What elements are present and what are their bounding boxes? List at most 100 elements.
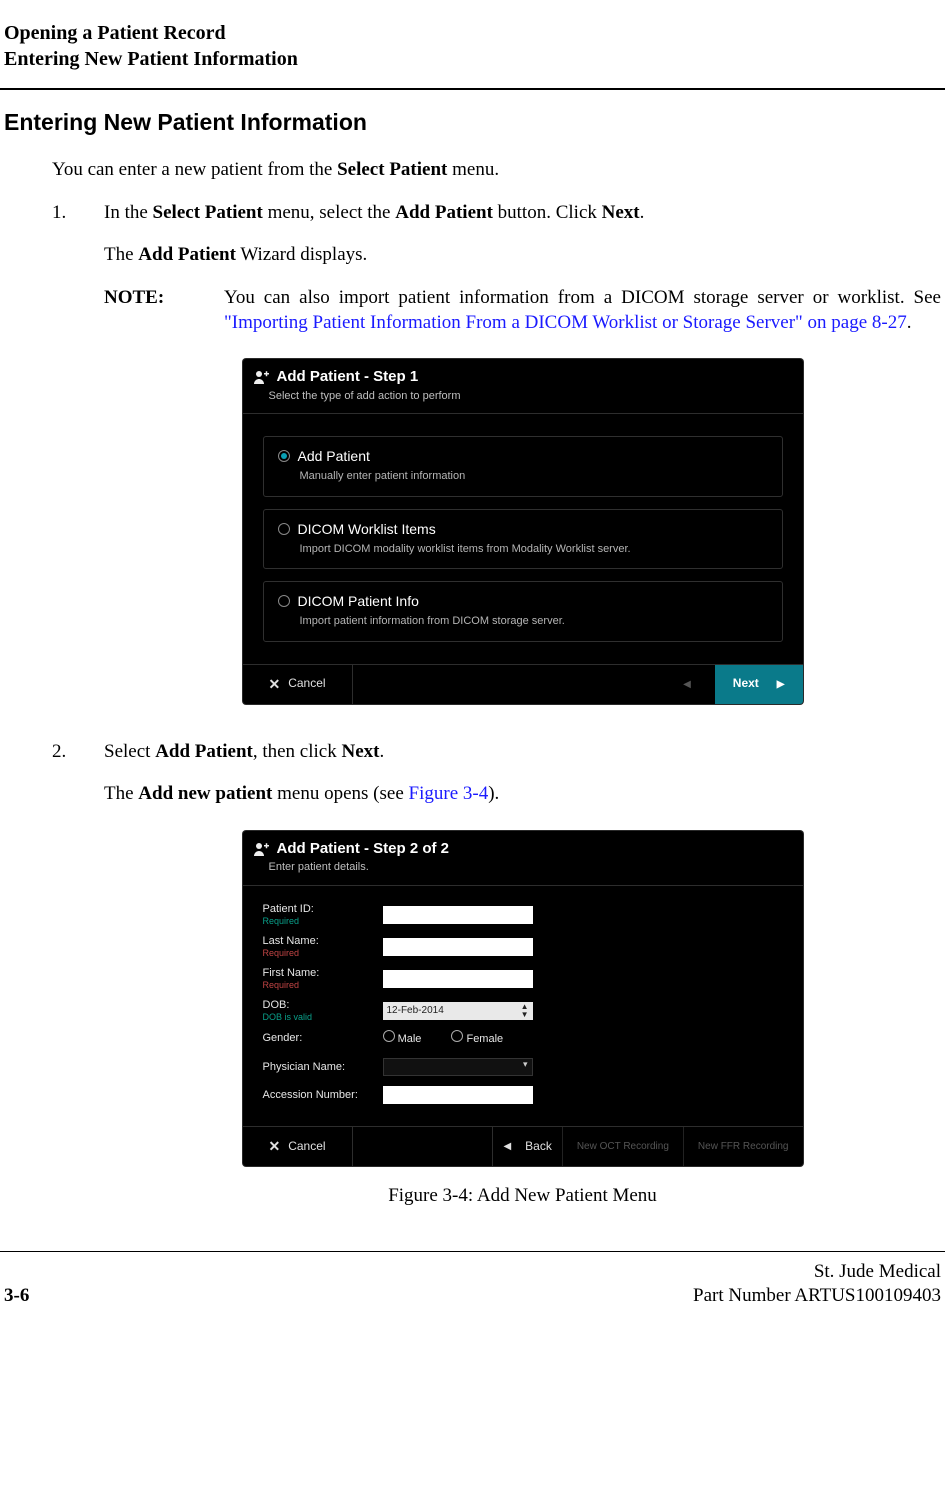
dialog2-title: Add Patient - Step 2 of 2 — [277, 839, 450, 859]
step-2-p1-b: Add Patient — [155, 741, 253, 762]
option-add-patient[interactable]: Add Patient Manually enter patient infor… — [263, 436, 783, 496]
gender-male-option[interactable]: Male — [383, 1030, 422, 1046]
radio-female[interactable] — [451, 1030, 463, 1042]
option-dicom-worklist[interactable]: DICOM Worklist Items Import DICOM modali… — [263, 509, 783, 569]
patient-id-required-hint: Required — [263, 916, 383, 928]
date-stepper-icon[interactable]: ▲▼ — [521, 1003, 529, 1019]
figure-dialog-step2: Add Patient - Step 2 of 2 Enter patient … — [104, 831, 941, 1166]
radio-male[interactable] — [383, 1030, 395, 1042]
radio-dicom-patient[interactable] — [278, 595, 290, 607]
dialog1-subtitle: Select the type of add action to perform — [243, 389, 803, 414]
intro-paragraph: You can enter a new patient from the Sel… — [52, 158, 941, 183]
step-1-p1-c: menu, select the — [263, 202, 395, 223]
intro-tail: menu. — [447, 159, 499, 180]
step-2-p1-d: Next — [341, 741, 379, 762]
patient-id-label-text: Patient ID: — [263, 902, 383, 916]
step-1-p1-f: Next — [602, 202, 640, 223]
radio-dicom-worklist[interactable] — [278, 523, 290, 535]
physician-label-text: Physician Name: — [263, 1060, 383, 1074]
last-name-required-hint: Required — [263, 948, 383, 960]
male-label: Male — [398, 1033, 422, 1045]
grey2-label: New FFR Recording — [698, 1140, 789, 1153]
section-title: Entering New Patient Information — [4, 108, 945, 138]
first-name-required-hint: Required — [263, 980, 383, 992]
note-label: NOTE: — [104, 286, 224, 335]
female-label: Female — [466, 1033, 503, 1045]
figure-ref-link[interactable]: Figure 3-4 — [409, 783, 489, 804]
step-2-p1-e: . — [379, 741, 384, 762]
step-1: 1. In the Select Patient menu, select th… — [52, 201, 941, 722]
dialog1-title: Add Patient - Step 1 — [277, 367, 419, 387]
patient-id-label: Patient ID: Required — [263, 902, 383, 928]
step-1-p1-a: In the — [104, 202, 153, 223]
last-name-label-text: Last Name: — [263, 934, 383, 948]
first-name-label-text: First Name: — [263, 966, 383, 980]
gender-label: Gender: — [263, 1031, 383, 1045]
opt2-desc: Import DICOM modality worklist items fro… — [300, 542, 768, 556]
step-2-p1-c: , then click — [253, 741, 342, 762]
accession-label-text: Accession Number: — [263, 1088, 383, 1102]
step-1-p1-b: Select Patient — [153, 202, 263, 223]
page-footer: 3-6 St. Jude Medical Part Number ARTUS10… — [0, 1260, 945, 1309]
figure-caption: Figure 3-4: Add New Patient Menu — [104, 1184, 941, 1209]
add-patient-step2-dialog: Add Patient - Step 2 of 2 Enter patient … — [243, 831, 803, 1166]
opt2-title: DICOM Worklist Items — [298, 520, 436, 538]
header-rule — [0, 88, 945, 90]
accession-label: Accession Number: — [263, 1088, 383, 1102]
dialog2-subtitle: Enter patient details. — [243, 860, 803, 885]
step-1-p2-a: The — [104, 244, 138, 265]
cancel-button[interactable]: ✕ Cancel — [243, 1127, 353, 1166]
chevron-down-icon: ▾ — [523, 1059, 528, 1071]
physician-label: Physician Name: — [263, 1060, 383, 1074]
step-1-p1-d: Add Patient — [395, 202, 493, 223]
add-patient-step1-dialog: Add Patient - Step 1 Select the type of … — [243, 359, 803, 703]
footer-rule — [0, 1251, 945, 1252]
grey1-label: New OCT Recording — [577, 1140, 669, 1153]
cancel-button[interactable]: ✕ Cancel — [243, 665, 353, 704]
gender-female-option[interactable]: Female — [451, 1030, 503, 1046]
back-button[interactable]: Back — [492, 1127, 561, 1166]
patient-id-input[interactable] — [383, 906, 533, 924]
step-2-p2-d: ). — [488, 783, 499, 804]
next-label: Next — [733, 676, 759, 692]
opt3-title: DICOM Patient Info — [298, 592, 419, 610]
accession-input[interactable] — [383, 1086, 533, 1104]
close-icon: ✕ — [268, 1137, 280, 1155]
add-user-icon — [253, 841, 269, 857]
dob-label: DOB: DOB is valid — [263, 998, 383, 1024]
next-button[interactable]: Next — [715, 665, 803, 704]
note-block: NOTE: You can also import patient inform… — [104, 286, 941, 335]
note-post: . — [907, 312, 912, 333]
step-1-p1-e: button. Click — [493, 202, 602, 223]
step-2-p2-b: Add new patient — [138, 783, 272, 804]
dob-input[interactable]: 12-Feb-2014 ▲▼ — [383, 1002, 533, 1020]
opt1-title: Add Patient — [298, 447, 370, 465]
opt3-desc: Import patient information from DICOM st… — [300, 614, 768, 628]
radio-add-patient[interactable] — [278, 450, 290, 462]
back-disabled — [353, 665, 715, 704]
new-ffr-recording-button: New FFR Recording — [683, 1127, 803, 1166]
first-name-input[interactable] — [383, 970, 533, 988]
step-2-p2-a: The — [104, 783, 138, 804]
step-2-p1-a: Select — [104, 741, 155, 762]
intro-text: You can enter a new patient from the — [52, 159, 337, 180]
footer-company: St. Jude Medical — [693, 1260, 941, 1285]
step-2-p1: Select Add Patient, then click Next. — [104, 740, 941, 765]
footer-part-number: Part Number ARTUS100109403 — [693, 1284, 941, 1309]
dob-label-text: DOB: — [263, 998, 383, 1012]
dob-value: 12-Feb-2014 — [387, 1004, 444, 1017]
step-2-p2: The Add new patient menu opens (see Figu… — [104, 782, 941, 807]
figure-dialog-step1: Add Patient - Step 1 Select the type of … — [104, 359, 941, 703]
physician-select[interactable]: ▾ — [383, 1058, 533, 1076]
back-label: Back — [525, 1139, 552, 1155]
option-dicom-patient-info[interactable]: DICOM Patient Info Import patient inform… — [263, 581, 783, 641]
step-2: 2. Select Add Patient, then click Next. … — [52, 740, 941, 1231]
step-1-p2-b: Add Patient — [138, 244, 236, 265]
last-name-input[interactable] — [383, 938, 533, 956]
footer-spacer — [353, 1127, 493, 1166]
step-1-p1-g: . — [640, 202, 645, 223]
first-name-label: First Name: Required — [263, 966, 383, 992]
last-name-label: Last Name: Required — [263, 934, 383, 960]
cross-ref-link[interactable]: "Importing Patient Information From a DI… — [224, 312, 907, 333]
step-1-p2: The Add Patient Wizard displays. — [104, 243, 941, 268]
